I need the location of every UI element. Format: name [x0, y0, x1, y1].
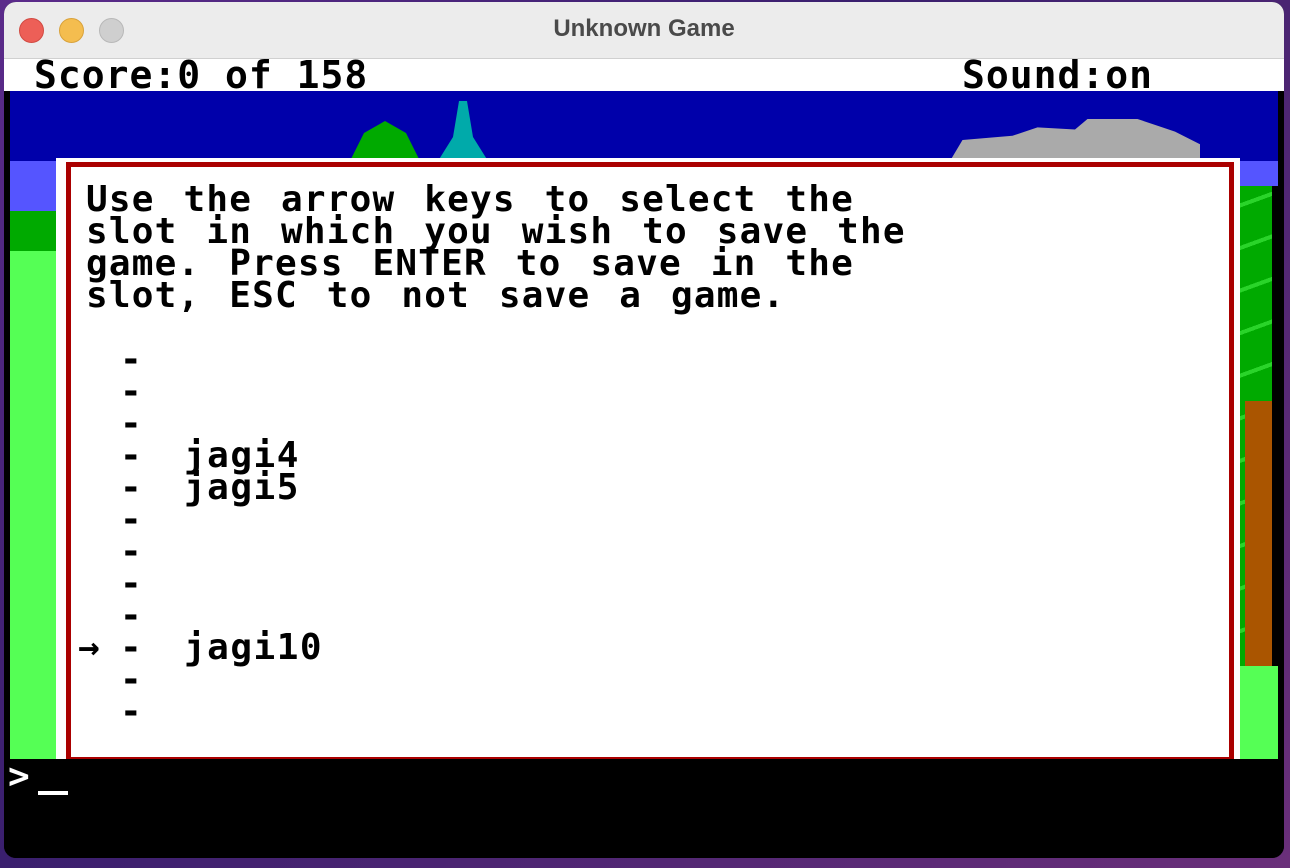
- command-line[interactable]: >: [4, 759, 1284, 858]
- bush: [10, 211, 60, 251]
- save-slot[interactable]: -: [78, 691, 478, 732]
- game-window: Unknown Game Score:0 of 158 Sound:on Use…: [4, 2, 1284, 858]
- slot-dash: -: [120, 691, 142, 732]
- slot-name: jagi5: [184, 467, 300, 508]
- status-bar: Score:0 of 158 Sound:on: [4, 53, 1284, 97]
- dialog-prompt: Use the arrow keys to select the slot in…: [86, 179, 906, 316]
- title-bar: Unknown Game: [4, 2, 1284, 59]
- text-cursor: [38, 791, 68, 795]
- save-slot-list: - - - - jagi4- jagi5- - - - → - jagi10- -: [78, 342, 478, 732]
- command-prompt: >: [8, 756, 30, 797]
- slot-name: jagi10: [184, 627, 324, 668]
- tree-outline: [1272, 186, 1278, 666]
- selection-arrow-icon: →: [78, 627, 100, 668]
- score-text: Score:0 of 158: [34, 53, 369, 97]
- sound-status: Sound:on: [962, 53, 1154, 97]
- window-title: Unknown Game: [553, 15, 735, 42]
- save-game-dialog: Use the arrow keys to select the slot in…: [56, 158, 1240, 762]
